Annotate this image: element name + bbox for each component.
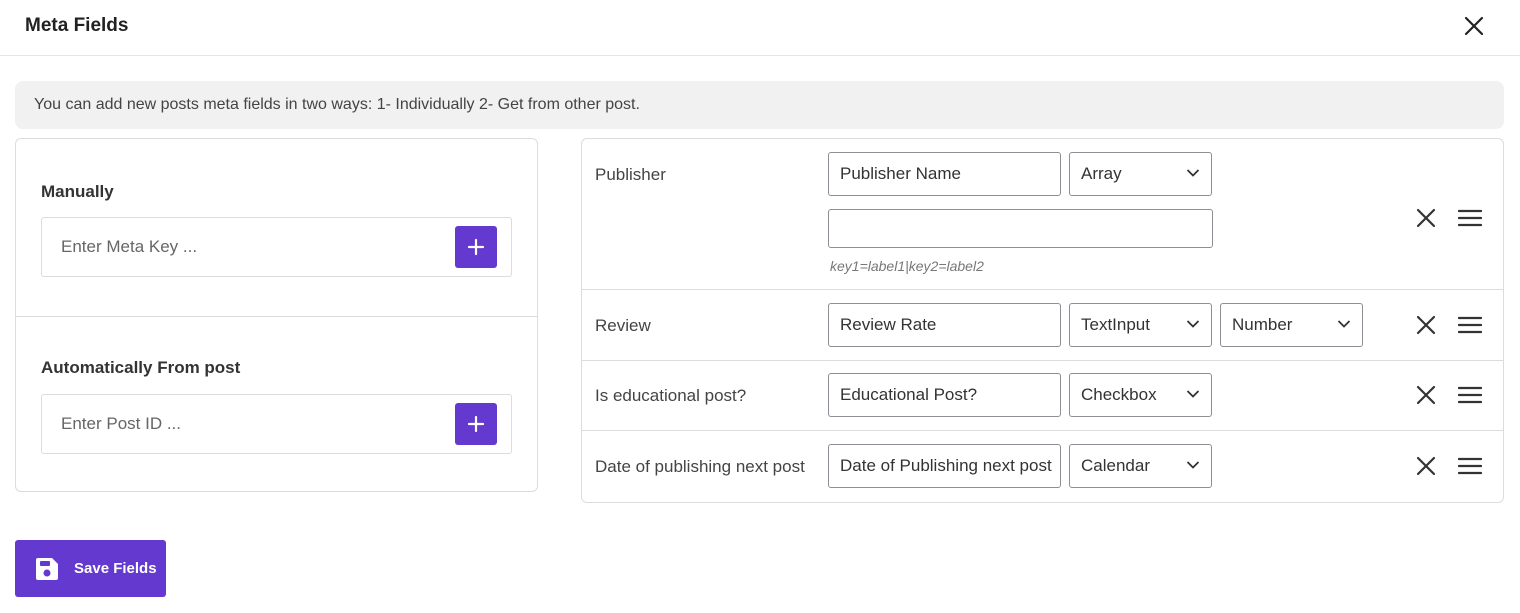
meta-field-name-input[interactable] — [828, 444, 1061, 488]
array-options-input[interactable] — [828, 209, 1213, 248]
meta-key-input[interactable] — [42, 218, 442, 276]
automatic-section-title: Automatically From post — [41, 358, 241, 377]
meta-field-name-text[interactable] — [829, 304, 1060, 346]
array-options-text[interactable] — [829, 210, 1212, 247]
floppy-disk-icon — [36, 557, 58, 580]
add-from-post-button[interactable] — [455, 403, 497, 445]
save-fields-label: Save Fields — [74, 560, 157, 577]
plus-icon — [467, 415, 485, 433]
array-format-hint: key1=label1|key2=label2 — [830, 258, 984, 274]
chevron-down-icon — [1186, 390, 1200, 398]
meta-field-name-input[interactable] — [828, 373, 1061, 417]
meta-field-name-input[interactable] — [828, 152, 1061, 196]
meta-field-row: Publisher Array key1=label1|key2=label2 — [582, 139, 1503, 290]
input-subtype-value: Number — [1232, 315, 1293, 334]
remove-field-icon[interactable] — [1415, 384, 1437, 406]
chevron-down-icon — [1186, 169, 1200, 177]
field-type-select[interactable]: TextInput — [1069, 303, 1212, 347]
section-divider — [16, 316, 537, 317]
plus-icon — [467, 238, 485, 256]
post-id-input-group — [41, 394, 512, 454]
field-type-select[interactable]: Array — [1069, 152, 1212, 196]
meta-field-name-text[interactable] — [829, 445, 1060, 487]
meta-field-row: Is educational post? Checkbox — [582, 361, 1503, 431]
chevron-down-icon — [1186, 320, 1200, 328]
post-id-input[interactable] — [42, 395, 442, 453]
meta-fields-list: Publisher Array key1=label1|key2=label2 … — [581, 138, 1504, 503]
info-notice: You can add new posts meta fields in two… — [15, 81, 1504, 129]
modal-title: Meta Fields — [25, 15, 129, 36]
field-type-select[interactable]: Checkbox — [1069, 373, 1212, 417]
field-type-value: Checkbox — [1081, 385, 1157, 404]
meta-field-row: Date of publishing next post Calendar — [582, 431, 1503, 502]
chevron-down-icon — [1186, 461, 1200, 469]
drag-handle-icon[interactable] — [1458, 315, 1482, 335]
remove-field-icon[interactable] — [1415, 207, 1437, 229]
manual-section-title: Manually — [41, 182, 114, 201]
field-type-value: Array — [1081, 164, 1122, 183]
drag-handle-icon[interactable] — [1458, 456, 1482, 476]
remove-field-icon[interactable] — [1415, 455, 1437, 477]
chevron-down-icon — [1337, 320, 1351, 328]
meta-field-row: Review TextInput Number — [582, 290, 1503, 361]
add-fields-panel: Manually Automatically From post — [15, 138, 538, 492]
modal-header: Meta Fields — [0, 0, 1520, 56]
drag-handle-icon[interactable] — [1458, 208, 1482, 228]
drag-handle-icon[interactable] — [1458, 385, 1482, 405]
input-subtype-select[interactable]: Number — [1220, 303, 1363, 347]
close-icon[interactable] — [1463, 15, 1485, 37]
meta-field-name-text[interactable] — [829, 374, 1060, 416]
meta-field-label: Review — [595, 316, 651, 335]
meta-field-label: Is educational post? — [595, 386, 747, 405]
meta-field-name-input[interactable] — [828, 303, 1061, 347]
meta-field-name-text[interactable] — [829, 153, 1060, 195]
meta-field-label: Publisher — [595, 165, 666, 184]
field-type-value: TextInput — [1081, 315, 1150, 334]
add-meta-key-button[interactable] — [455, 226, 497, 268]
meta-key-input-group — [41, 217, 512, 277]
meta-field-label: Date of publishing next post — [595, 457, 805, 476]
field-type-select[interactable]: Calendar — [1069, 444, 1212, 488]
field-type-value: Calendar — [1081, 456, 1150, 475]
save-fields-button[interactable]: Save Fields — [15, 540, 166, 597]
remove-field-icon[interactable] — [1415, 314, 1437, 336]
